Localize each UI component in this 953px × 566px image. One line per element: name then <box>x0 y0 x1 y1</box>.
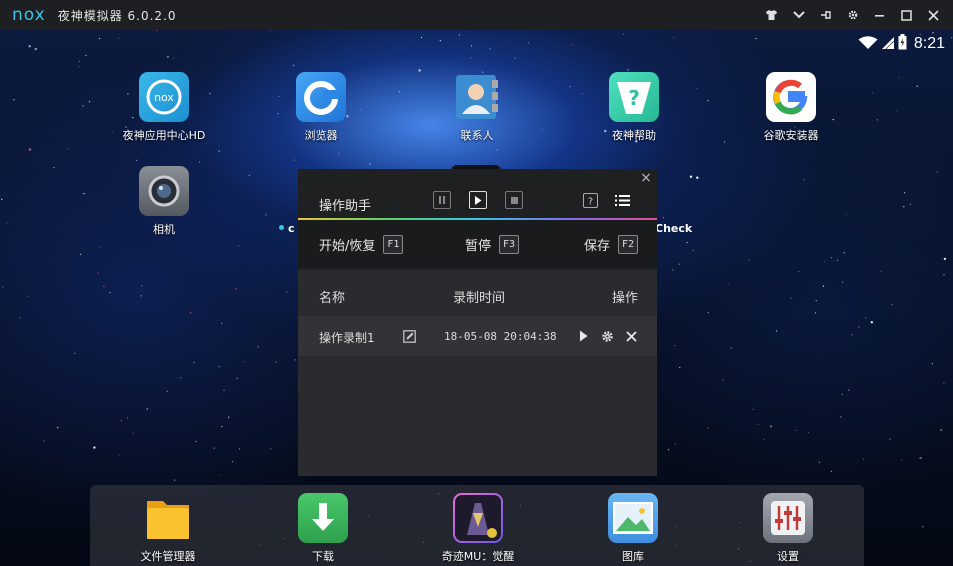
help-icon: ? <box>609 72 659 122</box>
status-bar: 8:21 <box>858 34 945 54</box>
signal-icon <box>881 35 895 54</box>
hotkey-key: F1 <box>383 235 404 254</box>
window-title: 夜神模拟器 6.0.2.0 <box>57 8 177 23</box>
table-row[interactable]: 操作录制1 18-05-08 20:04:38 <box>298 316 657 356</box>
hotkey-label: 暂停 <box>465 239 492 254</box>
hotkey-key: F2 <box>618 235 639 254</box>
app-help[interactable]: ? 夜神帮助 <box>579 72 689 143</box>
partial-app-label-left: c <box>288 222 295 235</box>
column-header-name: 名称 <box>319 291 346 306</box>
play-icon[interactable] <box>469 191 487 209</box>
app-label: 奇迹MU：觉醒 <box>441 550 515 563</box>
hotkey-label: 保存 <box>584 239 611 254</box>
hotkey-pause[interactable]: 暂停 F3 <box>465 235 520 254</box>
app-camera[interactable]: 相机 <box>109 166 219 237</box>
app-google-installer[interactable]: 谷歌安装器 <box>736 72 846 143</box>
app-label: 联系人 <box>460 129 494 142</box>
hotkey-key: F3 <box>499 235 520 254</box>
dock-app-gallery[interactable]: 图库 <box>578 493 688 564</box>
dock: 文件管理器 下载 奇迹MU：觉醒 图库 设置 <box>90 485 864 566</box>
nox-logo: nox <box>12 5 46 25</box>
dialog-title: 操作助手 <box>319 199 372 214</box>
recording-settings-icon[interactable] <box>599 328 615 344</box>
browser-icon <box>296 72 346 122</box>
app-contacts[interactable]: 联系人 <box>422 72 532 143</box>
app-label: 图库 <box>622 550 644 563</box>
app-nox-center[interactable]: nox 夜神应用中心HD <box>109 72 219 143</box>
list-icon[interactable] <box>613 191 631 209</box>
minimize-icon[interactable] <box>866 0 893 30</box>
app-label: 夜神应用中心HD <box>122 129 206 142</box>
table-header: 名称 录制时间 操作 <box>298 270 657 316</box>
new-app-dot <box>279 225 284 230</box>
dialog-close-icon[interactable]: × <box>639 171 653 185</box>
app-label: 谷歌安装器 <box>763 129 819 142</box>
app-label: 浏览器 <box>304 129 338 142</box>
window-controls <box>758 0 947 30</box>
gallery-icon <box>608 493 658 543</box>
folder-icon <box>143 493 193 543</box>
title-bar: nox 夜神模拟器 6.0.2.0 <box>0 0 953 30</box>
hotkey-label: 开始/恢复 <box>319 239 376 254</box>
game-icon <box>453 493 503 543</box>
hotkey-bar: 开始/恢复 F1 暂停 F3 保存 F2 <box>298 220 657 268</box>
close-icon[interactable] <box>920 0 947 30</box>
app-label: 设置 <box>777 550 799 563</box>
app-label: 夜神帮助 <box>612 129 656 142</box>
shirt-icon[interactable] <box>758 0 785 30</box>
app-label: 相机 <box>153 223 175 236</box>
dock-app-settings[interactable]: 设置 <box>733 493 843 564</box>
delete-recording-icon[interactable] <box>623 328 639 344</box>
dock-app-file-manager[interactable]: 文件管理器 <box>113 493 223 564</box>
macro-recorder-dialog: × 操作助手 ? 开始/恢复 F1 暂停 F3 保存 F2 名称 录制时间 操作… <box>298 169 657 476</box>
svg-text:?: ? <box>628 86 640 110</box>
column-header-time: 录制时间 <box>453 291 506 306</box>
dock-app-download[interactable]: 下载 <box>268 493 378 564</box>
hotkey-save[interactable]: 保存 F2 <box>584 235 639 254</box>
camera-icon <box>139 166 189 216</box>
google-installer-icon <box>766 72 816 122</box>
wifi-icon <box>858 35 878 54</box>
download-icon <box>298 493 348 543</box>
table-empty-area <box>298 356 657 476</box>
status-clock: 8:21 <box>913 35 945 52</box>
recording-name: 操作录制1 <box>319 331 375 345</box>
svg-text:nox: nox <box>154 91 174 104</box>
svg-text:?: ? <box>588 197 593 207</box>
maximize-icon[interactable] <box>893 0 920 30</box>
battery-icon <box>898 34 907 54</box>
stop-icon[interactable] <box>505 191 523 209</box>
nox-app-center-icon: nox <box>139 72 189 122</box>
hotkey-start-resume[interactable]: 开始/恢复 F1 <box>319 235 404 254</box>
app-browser[interactable]: 浏览器 <box>266 72 376 143</box>
app-label: 下载 <box>312 550 334 563</box>
android-home-screen: 8:21 nox 夜神应用中心HD 浏览器 联系人 ? 夜神帮助 谷歌安装器 相… <box>0 30 953 566</box>
partial-app-label: Check <box>655 222 693 235</box>
help-icon[interactable]: ? <box>583 193 598 208</box>
recording-time: 18-05-08 20:04:38 <box>444 330 557 343</box>
app-label: 文件管理器 <box>140 550 196 563</box>
dialog-header: 操作助手 ? <box>298 187 657 219</box>
dock-app-game[interactable]: 奇迹MU：觉醒 <box>423 493 533 564</box>
chevron-down-icon[interactable] <box>785 0 812 30</box>
gear-icon[interactable] <box>839 0 866 30</box>
play-recording-icon[interactable] <box>575 328 591 344</box>
edit-icon[interactable] <box>401 328 417 344</box>
settings-icon <box>763 493 813 543</box>
pin-icon[interactable] <box>812 0 839 30</box>
column-header-action: 操作 <box>612 291 639 306</box>
pause-icon[interactable] <box>433 191 451 209</box>
contacts-icon <box>452 72 502 122</box>
